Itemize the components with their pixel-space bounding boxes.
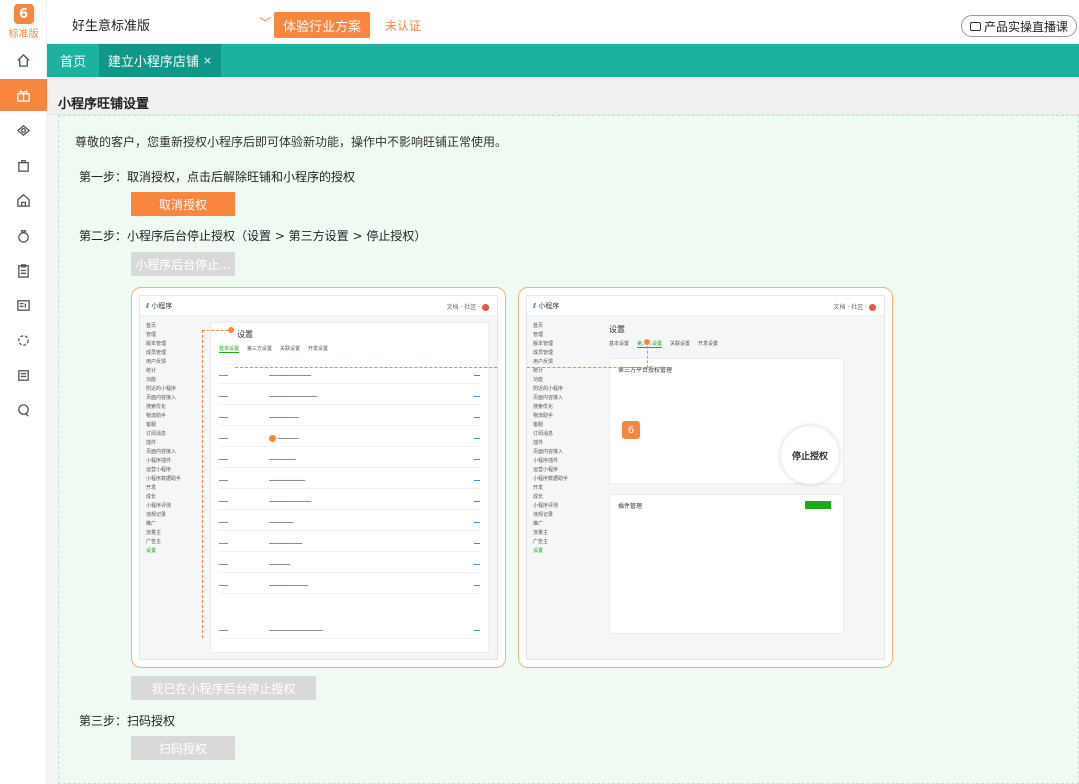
loading-icon[interactable]: [0, 324, 47, 356]
mini-plugin-card: 插件管理: [609, 494, 844, 634]
section-header: 小程序旺铺设置: [47, 77, 1079, 115]
clipboard-icon[interactable]: [0, 254, 47, 286]
tab-build-store-label: 建立小程序店铺: [107, 55, 199, 70]
mini-settings-panel: 设置 基本设置 第三方设置 关联设置 开发设置 ━━━ ━━━━━━━━━━━━━━ ━━…: [210, 322, 489, 653]
industry-solution-button[interactable]: 体验行业方案: [274, 12, 370, 38]
guide-line: [647, 346, 648, 368]
edition-label: 标准版: [8, 29, 39, 40]
stop-auth-highlight: 停止授权: [781, 426, 839, 484]
verification-status[interactable]: 未认证: [385, 17, 421, 34]
live-course-button[interactable]: 产品实操直播课: [960, 15, 1077, 37]
store-select[interactable]: 好生意标准版 ﹀: [63, 10, 271, 38]
mini-sidebar: 首页 管理 版本管理 成员管理 用户反馈 统计 功能 附近的小程序 页面内容接入 搜索优化 物流助手…: [146, 323, 182, 554]
step-marker: [227, 326, 235, 334]
page-title: 小程序旺铺设置: [58, 97, 150, 112]
tab-bar: 首页 建立小程序店铺 ×: [47, 44, 1079, 77]
guide-line: [235, 367, 497, 368]
guide-line: [202, 330, 203, 638]
mini-app-logo: 6: [622, 421, 640, 439]
main-content: 小程序旺铺设置 尊敬的客户，您重新授权小程序后即可体验新功能，操作中不影响旺铺正…: [47, 77, 1079, 784]
home-icon[interactable]: [0, 44, 47, 76]
tab-home[interactable]: 首页: [47, 44, 99, 77]
notice-text: 尊敬的客户，您重新授权小程序后即可体验新功能，操作中不影响旺铺正常使用。: [75, 135, 508, 149]
brand-logo[interactable]: 6 标准版: [0, 0, 47, 44]
mini-tabs: 基本设置 第三方设置 关联设置 开发设置: [219, 346, 329, 353]
mini-sidebar-right: 首页 管理 版本管理 成员管理 用户反馈 统计 功能 附近的小程序 页面内容接入 搜索优化 物流助手…: [533, 323, 569, 554]
chat-icon[interactable]: [0, 394, 47, 426]
guide-line: [527, 367, 647, 368]
gift-icon[interactable]: [0, 79, 47, 111]
mini-brand-right: 小程序: [538, 301, 560, 310]
stop-auth-backend-button[interactable]: 小程序后台停止...: [131, 252, 235, 276]
mini-header: ℓ 小程序 文档 · 社区 ·: [140, 296, 497, 316]
step1-text: 第一步：取消授权，点击后解除旺铺和小程序的授权: [79, 170, 356, 184]
mini-settings-title-right: 设置: [609, 325, 625, 334]
shop-icon[interactable]: [0, 114, 47, 146]
scan-auth-button[interactable]: 扫码授权: [131, 736, 235, 760]
tab-home-label: 首页: [59, 55, 86, 70]
store-icon[interactable]: [0, 184, 47, 216]
step-marker-right: [643, 338, 651, 346]
mini-add-button: [805, 501, 831, 509]
live-course-label: 产品实操直播课: [983, 19, 1068, 34]
store-name: 好生意标准版: [72, 18, 151, 34]
sidebar: 6 标准版: [0, 0, 47, 784]
mini-brand: 小程序: [151, 301, 173, 310]
mini-plugin-title: 插件管理: [618, 503, 643, 510]
mini-header-right: ℓ 小程序 文档 · 社区 ·: [527, 296, 884, 316]
confirm-stopped-button[interactable]: 我已在小程序后台停止授权: [131, 676, 316, 700]
close-icon[interactable]: ×: [203, 54, 212, 67]
screenshot-settings: ℓ 小程序 文档 · 社区 · 首页 管理 版本管理 成员管理 用户反馈 统计 功能 附近的小程…: [131, 287, 506, 668]
topbar: 好生意标准版 ﹀ 体验行业方案 未认证 产品实操直播课: [47, 0, 1079, 44]
tv-icon: [969, 21, 981, 31]
report-icon[interactable]: [0, 289, 47, 321]
news-icon[interactable]: [0, 359, 47, 391]
guide-line: [202, 330, 228, 331]
moneybag-icon[interactable]: [0, 219, 47, 251]
bag-icon[interactable]: [0, 149, 47, 181]
mini-settings-title: 设置: [237, 330, 253, 339]
mini-tabs-right: 基本设置第三方设置关联设置开发设置: [609, 341, 719, 348]
tab-build-store[interactable]: 建立小程序店铺 ×: [99, 44, 221, 77]
step3-text: 第三步：扫码授权: [79, 714, 176, 728]
step2-text: 第二步：小程序后台停止授权（设置 > 第三方设置 > 停止授权）: [79, 229, 427, 243]
cancel-auth-button[interactable]: 取消授权: [131, 192, 235, 216]
screenshot-third-party: ℓ 小程序 文档 · 社区 · 首页 管理 版本管理 成员管理 用户反馈 统计 功能 附近的小程…: [518, 287, 893, 668]
chevron-down-icon: ﹀: [258, 16, 271, 30]
steps-panel: 尊敬的客户，您重新授权小程序后即可体验新功能，操作中不影响旺铺正常使用。 第一步…: [58, 115, 1079, 784]
logo-mark: 6: [13, 4, 34, 24]
